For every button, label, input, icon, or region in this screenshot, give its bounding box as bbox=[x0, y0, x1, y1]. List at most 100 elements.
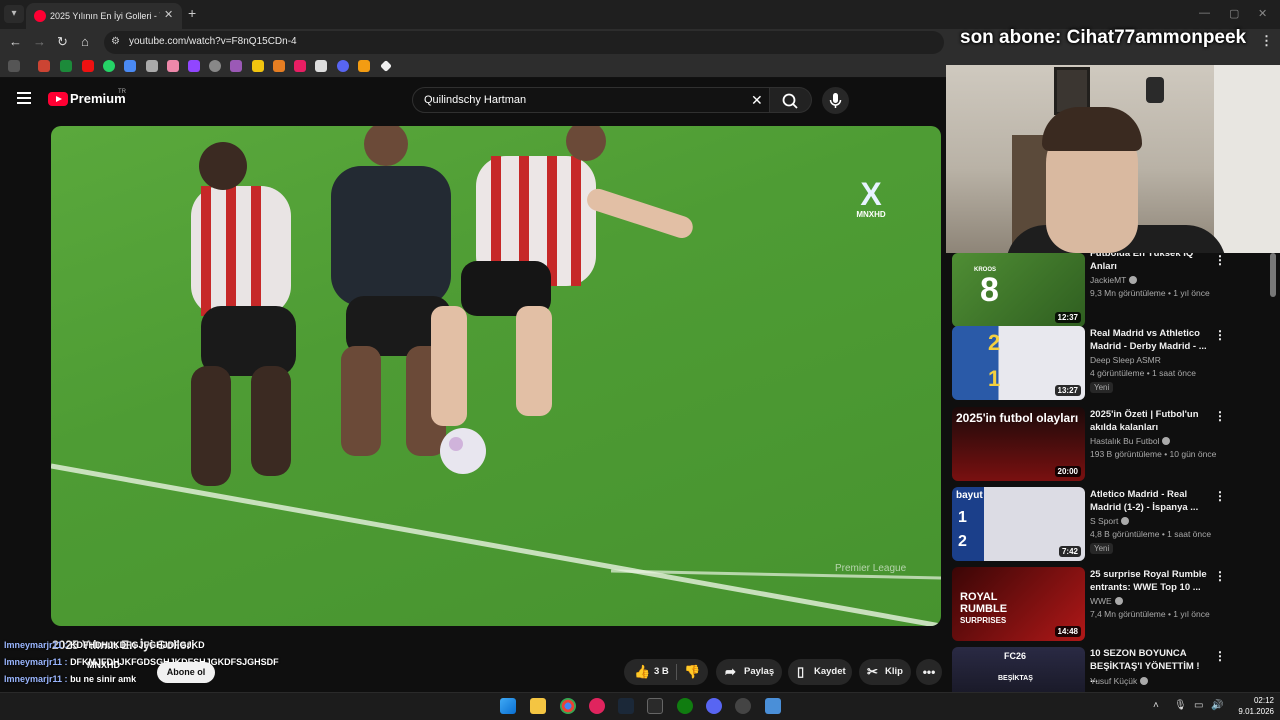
app-icon[interactable] bbox=[589, 698, 605, 714]
more-options-icon[interactable]: ⋮ bbox=[1214, 253, 1226, 267]
more-options-icon[interactable]: ⋮ bbox=[1214, 649, 1226, 663]
discord-icon[interactable] bbox=[706, 698, 722, 714]
chrome-icon[interactable] bbox=[560, 698, 576, 714]
video-player[interactable]: X MNXHD Premier League bbox=[51, 126, 941, 626]
recommendation-item[interactable]: FC26 BEŞİKTAŞ 10 SEZON BOYUNCA BEŞİKTAŞ'… bbox=[952, 647, 1274, 692]
sidebar-scrollbar[interactable] bbox=[1270, 253, 1276, 297]
video-title[interactable]: Real Madrid vs Athletico Madrid - Derby … bbox=[1090, 327, 1208, 353]
url-field[interactable]: ⚙ youtube.com/watch?v=F8nQ15CDn-4 bbox=[104, 31, 944, 54]
bookmark-icon[interactable] bbox=[209, 60, 221, 72]
bookmark-translate-icon[interactable] bbox=[124, 60, 136, 72]
video-thumbnail[interactable]: 2 1 13:27 bbox=[952, 326, 1085, 400]
channel-name[interactable]: JackieMT bbox=[1090, 275, 1138, 285]
reload-icon[interactable]: ↻ bbox=[57, 35, 68, 49]
video-meta: 7,4 Mn görüntüleme • 1 yıl önce bbox=[1090, 609, 1210, 619]
browser-menu-icon[interactable]: ⋮ bbox=[1260, 34, 1273, 48]
ball-icon bbox=[440, 428, 486, 474]
obs-icon[interactable] bbox=[735, 698, 751, 714]
video-title[interactable]: Futbolda En Yüksek IQ Anları bbox=[1090, 253, 1208, 273]
video-thumbnail[interactable]: bayut 1 2 7:42 bbox=[952, 487, 1085, 561]
channel-name[interactable]: WWE bbox=[1090, 596, 1123, 606]
site-info-icon[interactable]: ⚙ bbox=[111, 36, 125, 49]
video-thumbnail[interactable]: 2025'in futbol olayları 20:00 bbox=[952, 407, 1085, 481]
new-tab-button[interactable]: + bbox=[188, 5, 196, 21]
save-button[interactable]: ▯ Kaydet bbox=[788, 659, 852, 685]
bookmark-whatsapp-icon[interactable] bbox=[103, 60, 115, 72]
like-count[interactable]: 3 B bbox=[654, 659, 669, 685]
channel-name[interactable]: Yusuf Küçük bbox=[1090, 676, 1149, 686]
app-icon[interactable] bbox=[765, 698, 781, 714]
recommendation-item[interactable]: ROYAL RUMBLE SURPRISES 14:48 25 surprise… bbox=[952, 567, 1274, 641]
start-icon[interactable] bbox=[500, 698, 516, 714]
tab-close-icon[interactable]: ✕ bbox=[164, 8, 173, 21]
file-explorer-icon[interactable] bbox=[530, 698, 546, 714]
recommendation-item[interactable]: 2 1 13:27 Real Madrid vs Athletico Madri… bbox=[952, 326, 1274, 400]
network-icon[interactable]: ▭ bbox=[1194, 700, 1203, 711]
video-thumbnail[interactable]: FC26 BEŞİKTAŞ bbox=[952, 647, 1085, 692]
bookmark-icon[interactable] bbox=[38, 60, 50, 72]
video-title[interactable]: Atletico Madrid - Real Madrid (1-2) - İs… bbox=[1090, 488, 1208, 514]
recommendation-item[interactable]: 8 KROOS 12:37 Futbolda En Yüksek IQ Anla… bbox=[952, 253, 1274, 327]
browser-tab[interactable]: 2025 Yılının En İyi Golleri - YouT ✕ bbox=[26, 3, 182, 29]
tray-chevron-icon[interactable]: ˄ bbox=[1153, 700, 1159, 711]
epic-games-icon[interactable] bbox=[647, 698, 663, 714]
tab-list-button[interactable]: ▾ bbox=[4, 5, 24, 23]
video-title[interactable]: 2025'in Özeti | Futbol'un akılda kalanla… bbox=[1090, 408, 1208, 434]
steam-icon[interactable] bbox=[618, 698, 634, 714]
channel-name[interactable]: Deep Sleep ASMR bbox=[1090, 355, 1161, 365]
clear-search-icon[interactable]: ✕ bbox=[751, 92, 763, 109]
clip-button[interactable]: ✂ Klip bbox=[859, 659, 911, 685]
share-button[interactable]: ➦ Paylaş bbox=[716, 659, 782, 685]
bookmark-icon[interactable] bbox=[167, 60, 179, 72]
more-options-icon[interactable]: ⋮ bbox=[1214, 409, 1226, 423]
bookmark-icon[interactable] bbox=[315, 60, 327, 72]
bookmark-icon[interactable] bbox=[146, 60, 158, 72]
more-options-icon[interactable]: ⋮ bbox=[1214, 569, 1226, 583]
more-options-icon[interactable]: ⋮ bbox=[1214, 328, 1226, 342]
bookmark-twitch-icon[interactable] bbox=[188, 60, 200, 72]
video-thumbnail[interactable]: 8 KROOS 12:37 bbox=[952, 253, 1085, 327]
video-title[interactable]: 25 surprise Royal Rumble entrants: WWE T… bbox=[1090, 568, 1208, 594]
thumbnail-text: FC26 bbox=[1004, 651, 1027, 661]
xbox-icon[interactable] bbox=[677, 698, 693, 714]
dislike-icon[interactable]: 👎 bbox=[684, 659, 700, 685]
youtube-logo-icon[interactable] bbox=[48, 92, 68, 106]
apps-icon[interactable] bbox=[8, 60, 20, 72]
share-label: Paylaş bbox=[744, 666, 775, 677]
more-options-icon[interactable]: ⋮ bbox=[1214, 489, 1226, 503]
more-actions-icon[interactable]: ••• bbox=[916, 659, 942, 685]
like-icon[interactable]: 👍 bbox=[634, 659, 650, 685]
search-input[interactable]: Quilindschy Hartman ✕ bbox=[412, 87, 770, 113]
bookmark-icon[interactable] bbox=[273, 60, 285, 72]
voice-search-button[interactable] bbox=[822, 87, 849, 114]
back-icon[interactable]: ← bbox=[9, 35, 22, 49]
home-icon[interactable]: ⌂ bbox=[81, 35, 89, 49]
bookmark-icon[interactable] bbox=[294, 60, 306, 72]
channel-name[interactable]: S Sport bbox=[1090, 516, 1130, 526]
channel-name[interactable]: Hastalık Bu Futbol bbox=[1090, 436, 1171, 446]
clock[interactable]: 02:12 9.01.2026 bbox=[1234, 695, 1274, 717]
close-window-icon[interactable]: ✕ bbox=[1258, 7, 1267, 20]
video-duration: 13:27 bbox=[1054, 385, 1081, 396]
maximize-icon[interactable]: ▢ bbox=[1229, 7, 1239, 20]
microphone-icon[interactable]: 🎙 bbox=[1174, 700, 1187, 711]
bookmark-youtube-icon[interactable] bbox=[82, 60, 94, 72]
forward-icon[interactable]: → bbox=[33, 35, 46, 49]
youtube-header: Premium TR Quilindschy Hartman ✕ bbox=[0, 80, 946, 120]
search-button[interactable] bbox=[770, 87, 812, 113]
bookmark-icon[interactable] bbox=[230, 60, 242, 72]
minimize-icon[interactable]: — bbox=[1199, 7, 1210, 19]
bookmark-icon[interactable] bbox=[358, 60, 370, 72]
bookmark-icon[interactable] bbox=[252, 60, 264, 72]
video-thumbnail[interactable]: ROYAL RUMBLE SURPRISES 14:48 bbox=[952, 567, 1085, 641]
bookmark-kick-icon[interactable] bbox=[60, 60, 72, 72]
recommendation-item[interactable]: 2025'in futbol olayları 20:00 2025'in Öz… bbox=[952, 407, 1274, 481]
thumbnail-text: 8 bbox=[980, 271, 999, 309]
recommendation-item[interactable]: bayut 1 2 7:42 Atletico Madrid - Real Ma… bbox=[952, 487, 1274, 561]
channel-name[interactable]: MNXHD bbox=[87, 660, 120, 670]
subscribe-button[interactable]: Abone ol bbox=[157, 662, 215, 683]
bookmark-icon[interactable] bbox=[380, 60, 392, 72]
volume-icon[interactable]: 🔊 bbox=[1211, 700, 1223, 711]
hamburger-menu-icon[interactable] bbox=[17, 92, 31, 104]
bookmark-icon[interactable] bbox=[337, 60, 349, 72]
